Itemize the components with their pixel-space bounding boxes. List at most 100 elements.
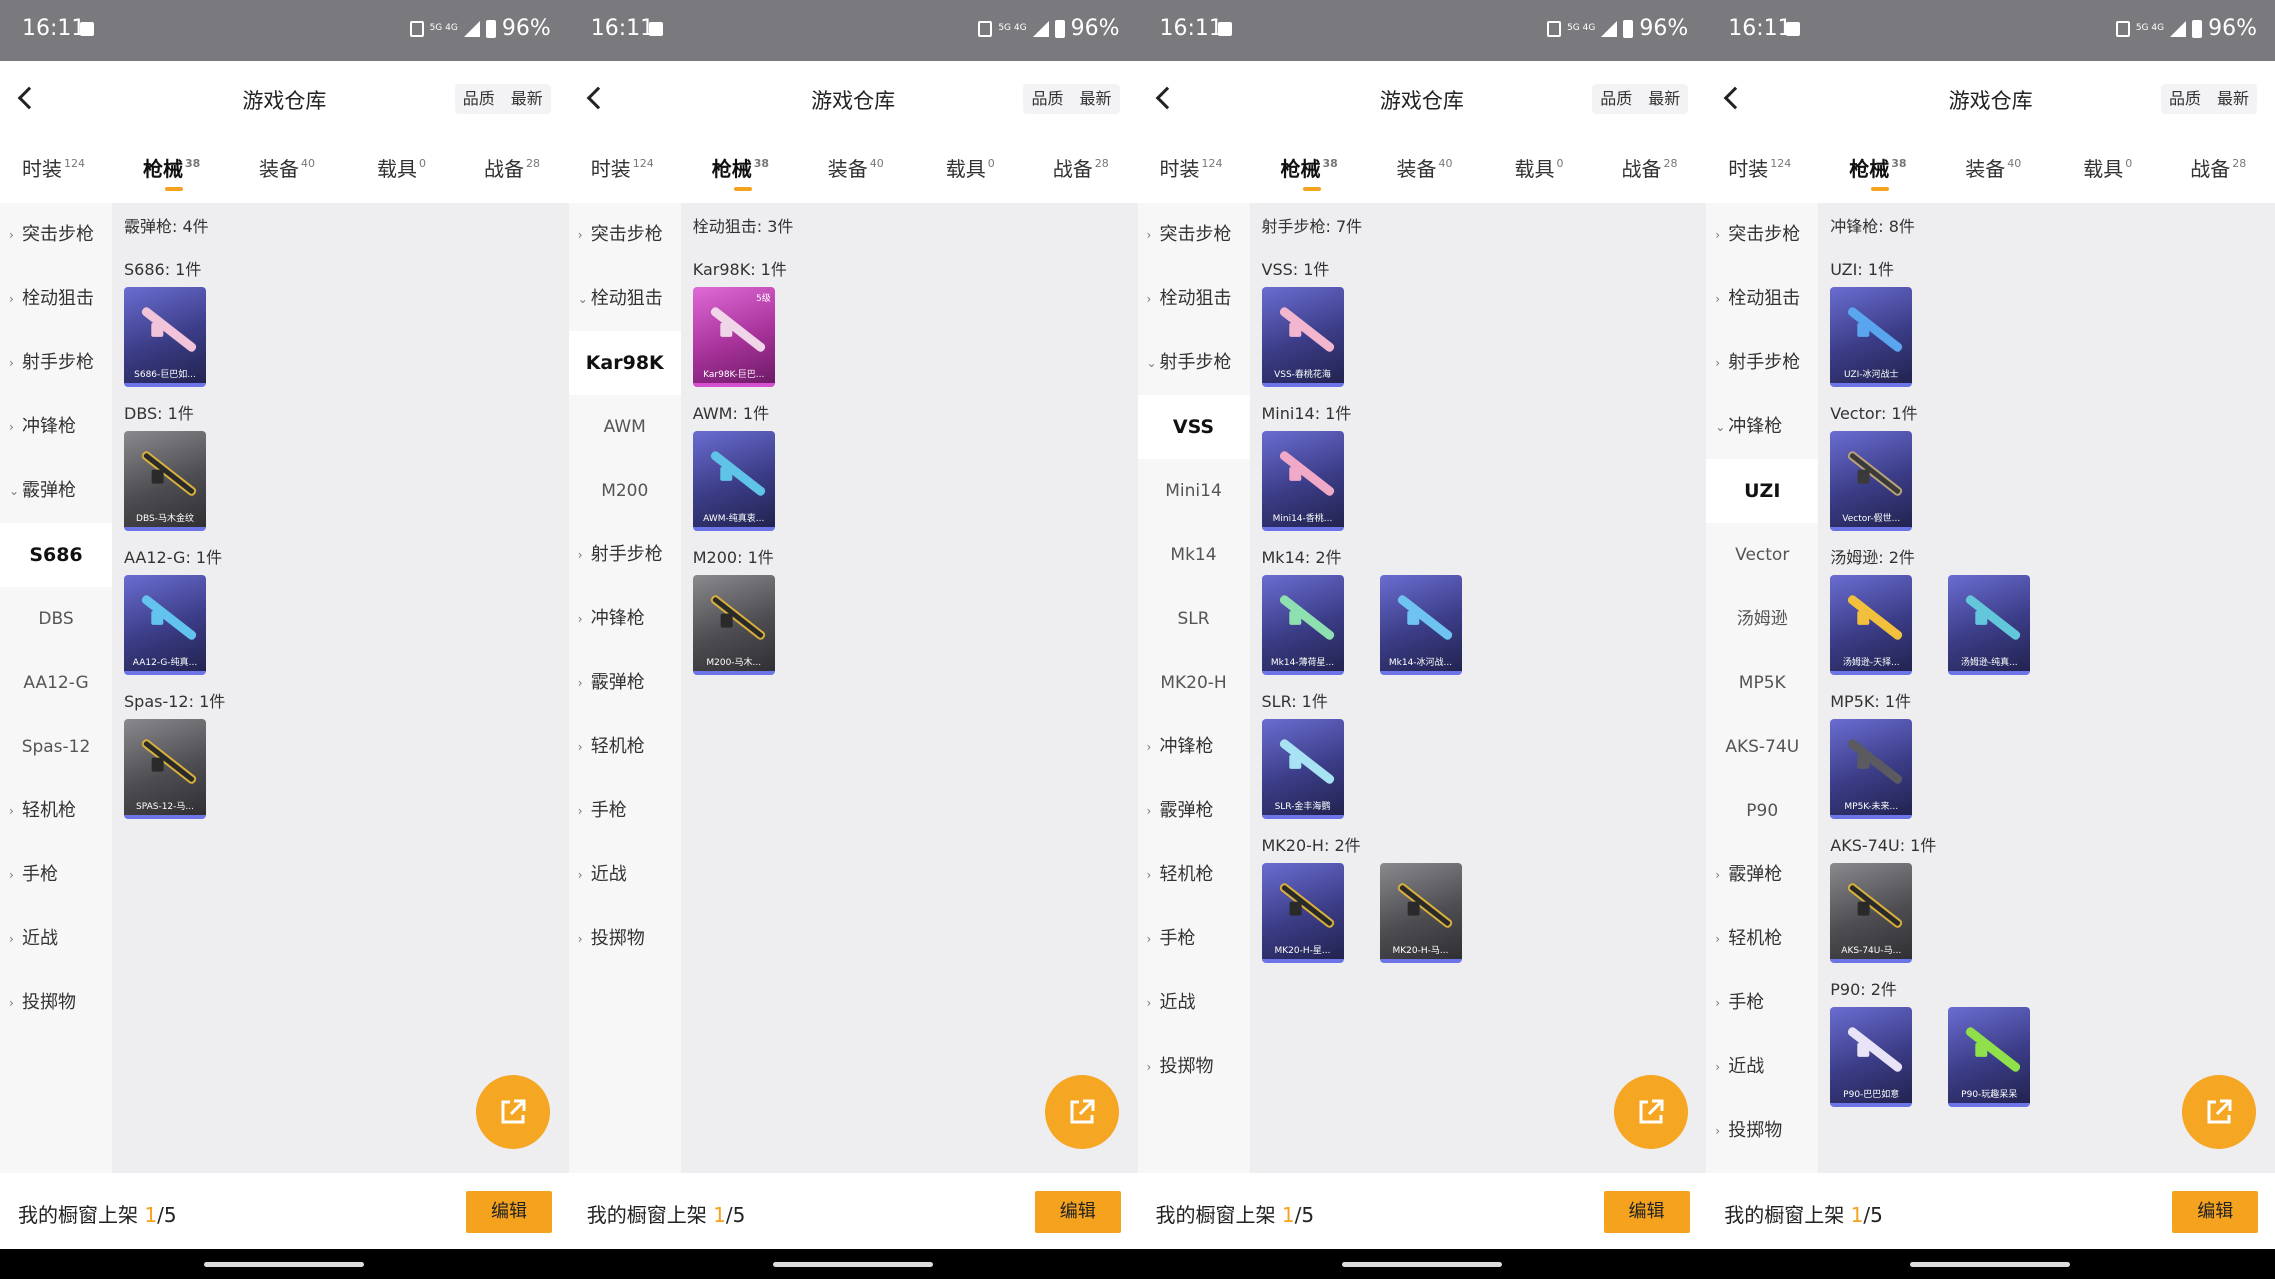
sidebar-item-shotgun[interactable]: › 霰弹枪 (569, 651, 681, 715)
weapon-card[interactable]: 5级 Kar98K-巨巴... (692, 287, 775, 387)
tab-fashion[interactable]: 时装 124 (22, 153, 85, 182)
sidebar-item-smg[interactable]: › 冲锋枪 (0, 395, 112, 459)
sort-newest-button[interactable]: 最新 (1071, 84, 1119, 114)
tab-vehicles[interactable]: 载具 0 (1515, 153, 1564, 182)
weapon-card[interactable]: Mk14-薄荷星... (1261, 575, 1344, 675)
weapon-card[interactable]: UZI-冰河战士 (1830, 287, 1913, 387)
edit-button[interactable]: 编辑 (2172, 1191, 2259, 1233)
weapon-card[interactable]: VSS-春桃花海 (1261, 287, 1344, 387)
home-indicator[interactable] (1341, 1262, 1502, 1267)
tab-supplies[interactable]: 战备 28 (2190, 153, 2246, 182)
sidebar-item-pistol[interactable]: › 手枪 (0, 843, 112, 907)
sidebar-sub-item[interactable]: Mk14 (1138, 523, 1250, 587)
sidebar-item-dmr[interactable]: › 射手步枪 (569, 523, 681, 587)
share-button[interactable] (2182, 1075, 2257, 1149)
sidebar-sub-item[interactable]: Spas-12 (0, 715, 112, 779)
sort-newest-button[interactable]: 最新 (503, 84, 551, 114)
sidebar-item-pistol[interactable]: › 手枪 (1138, 907, 1250, 971)
share-button[interactable] (476, 1075, 550, 1149)
home-indicator[interactable] (204, 1262, 364, 1267)
tab-supplies[interactable]: 战备 28 (1622, 153, 1678, 182)
tab-vehicles[interactable]: 载具 0 (377, 153, 426, 182)
sidebar-sub-item[interactable]: P90 (1706, 779, 1818, 843)
sort-quality-button[interactable]: 品质 (455, 84, 503, 114)
sidebar-sub-item[interactable]: 汤姆逊 (1706, 587, 1818, 651)
share-button[interactable] (1044, 1075, 1119, 1149)
tab-firearms[interactable]: 枪械 38 (1281, 153, 1338, 191)
sidebar-item-lmg[interactable]: › 轻机枪 (1138, 843, 1250, 907)
weapon-card[interactable]: MK20-H-马... (1379, 863, 1462, 963)
sidebar-sub-item[interactable]: M200 (569, 459, 681, 523)
sort-newest-button[interactable]: 最新 (2209, 84, 2257, 114)
weapon-card[interactable]: P90-巴巴如意 (1830, 1007, 1913, 1107)
weapon-card[interactable]: AKS-74U-马... (1830, 863, 1913, 963)
sidebar-item-throwable[interactable]: › 投掷物 (1706, 1099, 1818, 1163)
sidebar-item-bolt[interactable]: › 栓动狙击 (1138, 267, 1250, 331)
weapon-card[interactable]: MK20-H-星... (1261, 863, 1344, 963)
sidebar-sub-item[interactable]: Vector (1706, 523, 1818, 587)
share-button[interactable] (1613, 1075, 1688, 1149)
sidebar-sub-item[interactable]: MK20-H (1138, 651, 1250, 715)
weapon-card[interactable]: 汤姆逊-纯真... (1948, 575, 2031, 675)
tab-firearms[interactable]: 枪械 38 (712, 153, 769, 191)
sidebar-sub-item[interactable]: UZI (1706, 459, 1819, 523)
sidebar-sub-item[interactable]: Kar98K (568, 331, 681, 395)
sidebar-item-melee[interactable]: › 近战 (1706, 1035, 1818, 1099)
sidebar-item-melee[interactable]: › 近战 (0, 907, 112, 971)
tab-equipment[interactable]: 装备 40 (1965, 153, 2021, 182)
sidebar-item-assault[interactable]: › 突击步枪 (1138, 203, 1250, 267)
sidebar-item-smg[interactable]: › 冲锋枪 (569, 587, 681, 651)
weapon-card[interactable]: 汤姆逊-天择... (1830, 575, 1913, 675)
sidebar-sub-item[interactable]: AA12-G (0, 651, 112, 715)
sidebar-sub-item[interactable]: S686 (0, 523, 112, 587)
tab-fashion[interactable]: 时装 124 (591, 153, 654, 182)
sort-quality-button[interactable]: 品质 (2161, 84, 2209, 114)
tab-fashion[interactable]: 时装 124 (1160, 153, 1223, 182)
sidebar-item-shotgun[interactable]: › 霰弹枪 (1706, 843, 1818, 907)
sidebar-item-dmr[interactable]: ⌄ 射手步枪 (1138, 331, 1250, 395)
sidebar-item-dmr[interactable]: › 射手步枪 (1706, 331, 1818, 395)
weapon-card[interactable]: Vector-假世... (1830, 431, 1913, 531)
sidebar-item-melee[interactable]: › 近战 (569, 843, 681, 907)
sidebar-item-smg[interactable]: › 冲锋枪 (1138, 715, 1250, 779)
weapon-card[interactable]: Mini14-香桃... (1261, 431, 1344, 531)
tab-supplies[interactable]: 战备 28 (484, 153, 540, 182)
edit-button[interactable]: 编辑 (466, 1191, 552, 1233)
sidebar-item-assault[interactable]: › 突击步枪 (569, 203, 681, 267)
sidebar-sub-item[interactable]: MP5K (1706, 651, 1818, 715)
edit-button[interactable]: 编辑 (1603, 1191, 1690, 1233)
sidebar-item-pistol[interactable]: › 手枪 (569, 779, 681, 843)
sidebar-item-pistol[interactable]: › 手枪 (1706, 971, 1818, 1035)
sidebar-sub-item[interactable]: DBS (0, 587, 112, 651)
weapon-card[interactable]: S686-巨巴如... (124, 287, 206, 387)
tab-equipment[interactable]: 装备 40 (259, 153, 315, 182)
sidebar-item-dmr[interactable]: › 射手步枪 (0, 331, 112, 395)
tab-firearms[interactable]: 枪械 38 (1849, 153, 1907, 191)
sidebar-item-shotgun[interactable]: ⌄ 霰弹枪 (0, 459, 112, 523)
weapon-card[interactable]: AWM-纯真衷... (692, 431, 775, 531)
sort-quality-button[interactable]: 品质 (1023, 84, 1071, 114)
tab-supplies[interactable]: 战备 28 (1053, 153, 1109, 182)
sort-newest-button[interactable]: 最新 (1640, 84, 1688, 114)
weapon-card[interactable]: M200-马木... (692, 575, 775, 675)
sidebar-item-lmg[interactable]: › 轻机枪 (1706, 907, 1818, 971)
tab-vehicles[interactable]: 载具 0 (2083, 153, 2132, 182)
sidebar-item-throwable[interactable]: › 投掷物 (0, 971, 112, 1035)
sidebar-item-bolt[interactable]: › 栓动狙击 (0, 267, 112, 331)
weapon-card[interactable]: SPAS-12-马... (124, 719, 206, 819)
home-indicator[interactable] (772, 1262, 933, 1267)
sidebar-sub-item[interactable]: SLR (1138, 587, 1250, 651)
edit-button[interactable]: 编辑 (1034, 1191, 1121, 1233)
tab-vehicles[interactable]: 载具 0 (946, 153, 995, 182)
sidebar-item-throwable[interactable]: › 投掷物 (569, 907, 681, 971)
sidebar-sub-item[interactable]: AKS-74U (1706, 715, 1818, 779)
tab-firearms[interactable]: 枪械 38 (143, 153, 200, 191)
sidebar-item-lmg[interactable]: › 轻机枪 (569, 715, 681, 779)
tab-equipment[interactable]: 装备 40 (828, 153, 884, 182)
sidebar-item-melee[interactable]: › 近战 (1138, 971, 1250, 1035)
sidebar-item-lmg[interactable]: › 轻机枪 (0, 779, 112, 843)
weapon-card[interactable]: Mk14-冰河战... (1379, 575, 1462, 675)
sidebar-sub-item[interactable]: AWM (569, 395, 681, 459)
weapon-card[interactable]: MP5K-未来... (1830, 719, 1913, 819)
tab-equipment[interactable]: 装备 40 (1397, 153, 1453, 182)
